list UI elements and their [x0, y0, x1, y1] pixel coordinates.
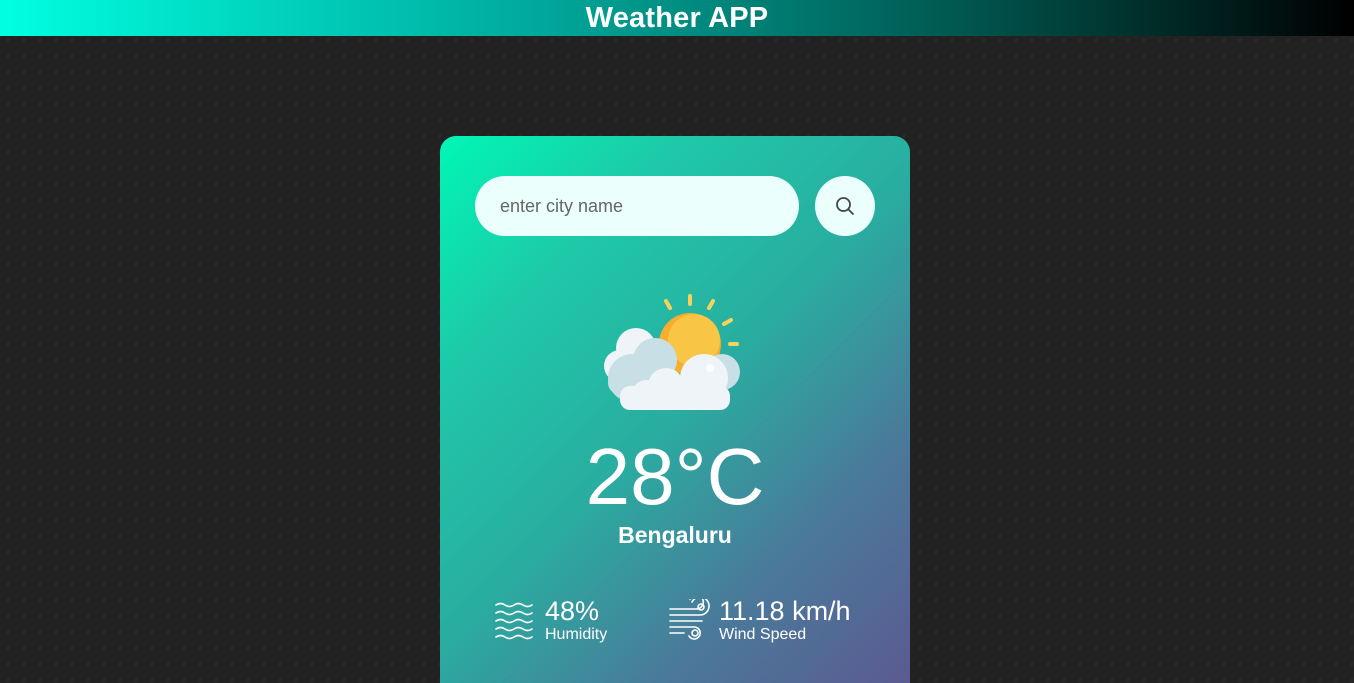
temperature: 28°C — [585, 432, 765, 521]
humidity-waves-icon — [495, 602, 533, 640]
city-name: Bengaluru — [618, 522, 732, 548]
wind-value: 11.18 km/h — [719, 596, 851, 626]
wind-detail: 11.18 km/h Wind Speed — [668, 596, 851, 644]
weather-card: 28°C Bengaluru 48% Humidity — [440, 136, 910, 683]
humidity-text: 48% Humidity — [545, 596, 607, 644]
partly-cloudy-icon — [604, 294, 740, 410]
humidity-detail: 48% Humidity — [494, 596, 607, 644]
wind-label: Wind Speed — [719, 626, 807, 643]
humidity-value: 48% — [545, 596, 600, 626]
wind-icon — [669, 599, 710, 640]
wind-text: 11.18 km/h Wind Speed — [719, 596, 851, 644]
search-button[interactable] — [815, 176, 875, 236]
humidity-label: Humidity — [545, 626, 608, 643]
search-input[interactable] — [475, 176, 799, 236]
search-icon — [836, 197, 854, 215]
header-bar: Weather APP — [0, 0, 1354, 36]
page-title: Weather APP — [585, 2, 769, 34]
